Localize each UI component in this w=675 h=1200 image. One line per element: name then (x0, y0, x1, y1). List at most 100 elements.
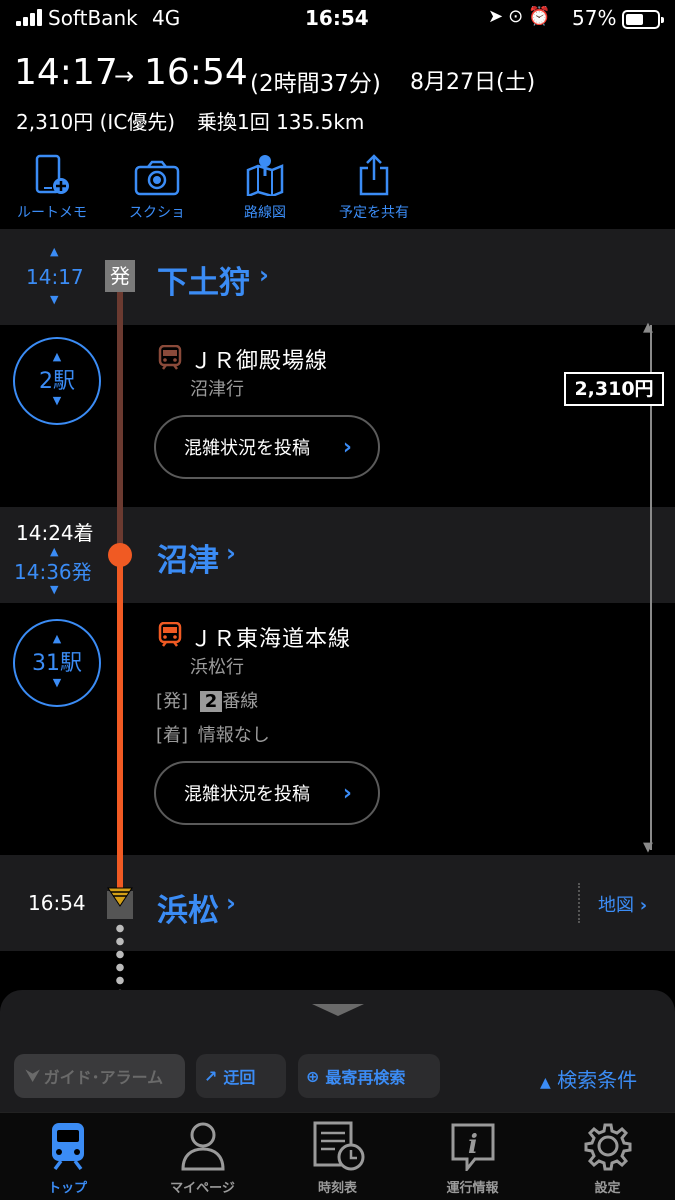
transfer-depart-time: 14:36発 (14, 560, 92, 584)
route-line-segment-2 (117, 555, 123, 890)
stops-count: 31駅 (32, 651, 82, 676)
guide-alarm-label: ガイド･アラーム (43, 1068, 164, 1087)
tab-timetable-label: 時刻表 (317, 1181, 357, 1196)
tab-service-info[interactable]: i 運行情報 (405, 1113, 540, 1196)
tab-timetable[interactable]: 時刻表 (270, 1113, 405, 1196)
fare-span-top-arrow: ▲ (643, 320, 653, 335)
camera-icon (107, 150, 207, 196)
network-type: 4G (152, 6, 181, 30)
destination-time: 16:54 (28, 891, 86, 915)
share-icon (324, 150, 424, 196)
route-map-icon (215, 150, 315, 196)
person-icon (135, 1113, 270, 1171)
divider (578, 883, 580, 923)
tab-settings-label: 設定 (594, 1181, 621, 1196)
crosshair-icon: ⊕ (306, 1066, 320, 1086)
travel-date: 8月27日(土) (410, 70, 536, 95)
arrive-time: 16:54 (144, 52, 248, 93)
tab-mypage[interactable]: マイページ (135, 1113, 270, 1196)
transfer-station-row[interactable]: 14:24着 ▲ 14:36発 ▼ 沼津 › (0, 507, 675, 603)
post-crowding-button[interactable]: 混雑状況を投稿 › (154, 415, 380, 479)
guide-alarm-icon: ⮟ (26, 1066, 40, 1085)
caret-up-icon: ▲ (540, 1075, 551, 1091)
share-schedule-label: 予定を共有 (339, 205, 409, 221)
transfers-distance: 乗換1回 135.5km (197, 110, 365, 134)
route-memo-button[interactable]: ルートメモ (2, 150, 102, 222)
departure-badge: 発 (105, 260, 135, 292)
expand-down-icon: ▼ (52, 394, 62, 407)
time-down-arrow[interactable]: ▼ (50, 293, 58, 306)
stops-count: 2駅 (39, 369, 75, 394)
battery-icon (622, 10, 664, 29)
detour-button[interactable]: ↗ 迂回 (196, 1054, 286, 1098)
gear-icon (540, 1113, 675, 1171)
chevron-right-icon: › (639, 895, 648, 916)
segment-2: ▲ 31駅 ▼ ＪＲ東海道本線 浜松行 [発] 2 番線 [着] 情報なし 混雑状… (0, 603, 675, 855)
transfer-station-name: 沼津 (157, 543, 219, 579)
origin-station-name: 下土狩 (157, 265, 250, 301)
arrival-marker-icon (106, 886, 134, 924)
battery-percent: 57% (572, 6, 617, 30)
chevron-right-icon: › (342, 780, 352, 806)
post-crowding-label: 混雑状況を投稿 (184, 784, 310, 805)
expand-down-icon: ▼ (52, 676, 62, 689)
chevron-right-icon: › (342, 434, 352, 460)
route-memo-label: ルートメモ (17, 205, 87, 221)
map-link[interactable]: 地図 › (598, 891, 647, 917)
alarm-icon: ⏰ (528, 6, 556, 27)
origin-time: 14:17 (26, 265, 84, 289)
share-schedule-button[interactable]: 予定を共有 (324, 150, 424, 222)
screenshot-button[interactable]: スクショ (107, 150, 207, 222)
time-up-arrow[interactable]: ▲ (50, 245, 58, 258)
guide-alarm-button[interactable]: ⮟ ガイド･アラーム (14, 1054, 185, 1098)
bottom-panel: ⮟ ガイド･アラーム ↗ 迂回 ⊕ 最寄再検索 ▲ 検索条件 (0, 990, 675, 1112)
line-name: ＪＲ御殿場線 (190, 349, 329, 374)
tab-bar: トップ マイページ 時刻表 i 運行情報 設定 (0, 1112, 675, 1200)
detour-label: 迂回 (223, 1068, 256, 1087)
arrival-label: [着] (156, 725, 189, 746)
tab-service-info-label: 運行情報 (446, 1181, 499, 1196)
transfer-dot (108, 543, 132, 567)
stops-count-toggle[interactable]: ▲ 2駅 ▼ (13, 337, 101, 425)
collapse-handle-icon[interactable] (310, 1002, 366, 1022)
route-line-segment-1 (117, 292, 123, 555)
transfer-arrive-time: 14:24着 (16, 521, 94, 545)
chevron-right-icon: › (259, 261, 269, 289)
svg-text:i: i (468, 1130, 478, 1160)
search-conditions-button[interactable]: ▲ 検索条件 (540, 1064, 637, 1093)
status-icons: ➤⊙⏰ (488, 6, 556, 27)
route-map-label: 路線図 (244, 205, 286, 221)
nearest-research-button[interactable]: ⊕ 最寄再検索 (298, 1054, 440, 1098)
fare-span-bottom-arrow: ▼ (643, 840, 653, 855)
walking-dots (114, 922, 126, 990)
detour-icon: ↗ (204, 1066, 218, 1086)
line-destination: 沼津行 (190, 379, 244, 400)
train-icon (158, 344, 182, 375)
depart-time: 14:17 (14, 52, 118, 93)
train-icon (158, 621, 182, 652)
platform-suffix: 番線 (222, 691, 259, 712)
phone-plus-icon (2, 150, 102, 196)
time-down-arrow[interactable]: ▼ (50, 583, 58, 596)
tab-top[interactable]: トップ (0, 1113, 135, 1196)
destination-station-name: 浜松 (157, 893, 219, 929)
chevron-right-icon: › (226, 539, 236, 567)
origin-station-row[interactable]: ▲ 14:17 ▼ 発 下土狩 › (0, 229, 675, 325)
post-crowding-label: 混雑状況を投稿 (184, 438, 310, 459)
segment-1: ▲ 2駅 ▼ ＪＲ御殿場線 沼津行 混雑状況を投稿 › (0, 325, 675, 507)
arrival-info: 情報なし (197, 725, 270, 746)
stops-count-toggle[interactable]: ▲ 31駅 ▼ (13, 619, 101, 707)
carrier-name: SoftBank (48, 6, 138, 30)
expand-up-icon: ▲ (52, 350, 62, 363)
fare-summary: 2,310円 (IC優先) (16, 110, 176, 134)
destination-station-row[interactable]: 16:54 浜松 › 地図 › (0, 855, 675, 951)
duration: (2時間37分) (250, 71, 381, 97)
clock: 16:54 (305, 6, 369, 30)
post-crowding-button[interactable]: 混雑状況を投稿 › (154, 761, 380, 825)
screenshot-label: スクショ (129, 205, 185, 221)
chevron-right-icon: › (226, 889, 236, 917)
route-map-button[interactable]: 路線図 (215, 150, 315, 222)
tab-settings[interactable]: 設定 (540, 1113, 675, 1196)
fare-badge: 2,310円 (564, 372, 664, 406)
departure-platform: [発] 2 番線 (156, 687, 258, 713)
